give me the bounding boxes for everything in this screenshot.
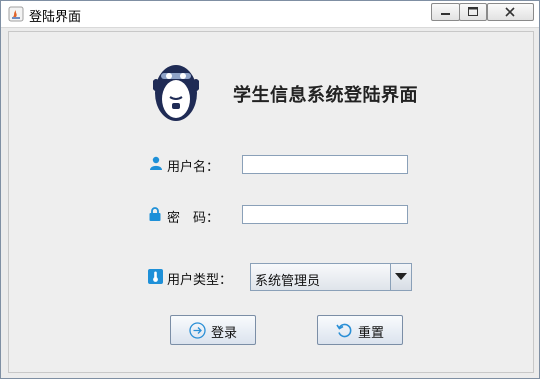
close-icon xyxy=(505,7,515,17)
chevron-down-icon xyxy=(395,273,407,280)
title-bar[interactable]: 登陆界面 xyxy=(1,1,539,28)
user-icon xyxy=(150,156,162,170)
arrow-right-circle-icon xyxy=(189,322,206,339)
user-type-label: 用户类型： xyxy=(167,273,233,288)
page-heading: 学生信息系统登陆界面 xyxy=(233,85,418,106)
user-type-select[interactable]: 系统管理员 xyxy=(250,263,412,291)
reset-button-label: 重置 xyxy=(358,326,385,341)
close-button[interactable] xyxy=(487,3,534,21)
java-app-icon xyxy=(8,6,24,22)
monkey-logo xyxy=(153,65,199,121)
window-title: 登陆界面 xyxy=(29,10,82,25)
password-label: 密 码： xyxy=(167,211,220,226)
user-type-dropdown-button[interactable] xyxy=(390,264,411,290)
login-button[interactable]: 登录 xyxy=(170,315,256,345)
lock-icon xyxy=(149,207,161,221)
password-input[interactable] xyxy=(242,205,408,224)
login-window: 登陆界面 学生信息系统登陆界面 用户名： 密 码： 用户类型： 系统管理员 登录… xyxy=(0,0,540,379)
reset-button[interactable]: 重置 xyxy=(317,315,403,345)
minimize-icon xyxy=(441,13,450,15)
login-button-label: 登录 xyxy=(211,326,238,341)
thermometer-icon xyxy=(148,269,163,284)
user-type-selected-value: 系统管理员 xyxy=(255,274,321,289)
maximize-icon xyxy=(468,7,478,16)
username-input[interactable] xyxy=(242,155,408,174)
maximize-button[interactable] xyxy=(459,3,487,21)
minimize-button[interactable] xyxy=(431,3,460,21)
refresh-icon xyxy=(336,323,352,338)
username-label: 用户名： xyxy=(167,160,220,175)
